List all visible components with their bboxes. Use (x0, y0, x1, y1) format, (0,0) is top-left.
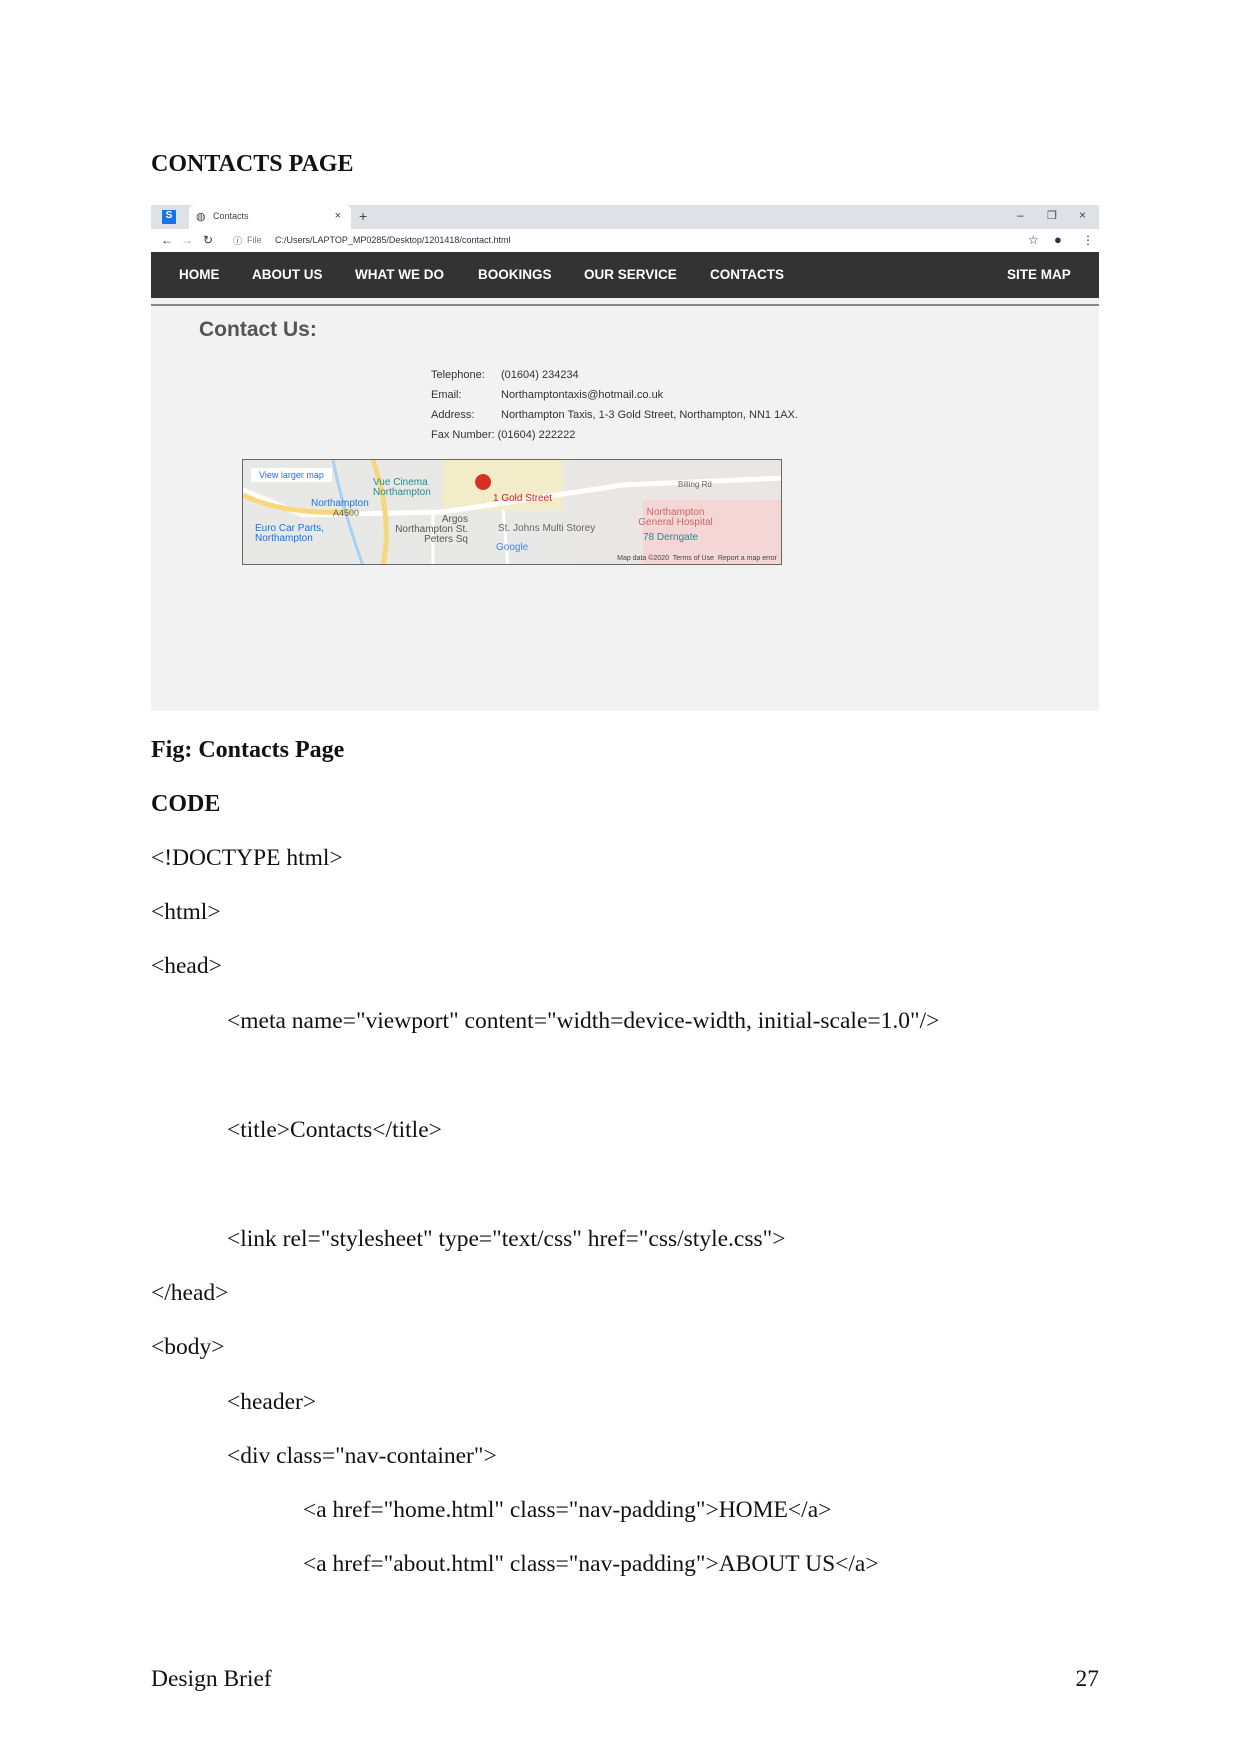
info-label: Fax Number: (431, 429, 495, 441)
info-label: Email: (431, 389, 462, 401)
map-place: Euro Car Parts, Northampton (255, 523, 324, 544)
map-place: Argos Northampton St. Peters Sq (395, 514, 468, 545)
info-label: Telephone: (431, 369, 485, 381)
nav-our-service: OUR SERVICE (584, 267, 677, 282)
contact-info: Telephone: (01604) 234234 Email: Northampt… (431, 369, 798, 449)
tab-title: Contacts (213, 211, 249, 221)
code-line: <title>Contacts</title> (227, 1117, 442, 1143)
address-prefix: File (247, 235, 262, 245)
footer-title: Design Brief (151, 1666, 272, 1692)
code-line: </head> (151, 1280, 229, 1306)
view-larger-map-link[interactable]: View larger map (251, 468, 332, 482)
back-icon: ← (161, 233, 173, 247)
divider (151, 304, 1099, 306)
nav-site-map: SITE MAP (1007, 267, 1071, 282)
code-title: CODE (151, 791, 221, 817)
figure-caption: Fig: Contacts Page (151, 737, 345, 763)
url-text: C:/Users/LAPTOP_MP0285/Desktop/1201418/c… (275, 235, 511, 245)
google-logo: Google (496, 542, 529, 553)
info-value: (01604) 222222 (497, 429, 576, 441)
info-value: (01604) 234234 (501, 369, 579, 381)
nav-contacts: CONTACTS (710, 267, 784, 282)
nav-about-us: ABOUT US (252, 267, 323, 282)
code-line: <div class="nav-container"> (227, 1443, 497, 1469)
close-tab-icon: × (334, 210, 341, 222)
forward-icon: → (181, 233, 193, 247)
map-place: St. Johns Multi Storey (498, 523, 596, 534)
code-line: <a href="about.html" class="nav-padding"… (303, 1551, 879, 1577)
info-value: Northamptontaxis@hotmail.co.uk (501, 389, 664, 401)
close-window-icon: × (1079, 208, 1087, 222)
contacts-page-screenshot: S ◍ Contacts × + – ❐ × ← → ↻ ⓘ File C:/U… (151, 205, 1099, 711)
contact-heading: Contact Us: (199, 318, 317, 341)
map-place: 78 Derngate (643, 532, 699, 543)
code-line: <!DOCTYPE html> (151, 845, 343, 871)
globe-icon: ◍ (196, 211, 206, 223)
map-footer: Map data ©2020 Terms of Use Report a map… (617, 555, 777, 562)
page-number: 27 (1075, 1666, 1100, 1692)
code-line: <head> (151, 953, 222, 979)
nav-bookings: BOOKINGS (478, 267, 552, 282)
browser-tab: ◍ Contacts × (189, 205, 351, 229)
code-line: <html> (151, 899, 221, 925)
code-line: <meta name="viewport" content="width=dev… (227, 1008, 940, 1034)
minimize-icon: – (1017, 208, 1024, 222)
map-road: Billing Rd (678, 480, 712, 489)
nav-what-we-do: WHAT WE DO (355, 267, 444, 282)
restore-icon: ❐ (1047, 210, 1057, 222)
nav-home: HOME (179, 267, 220, 282)
section-title: CONTACTS PAGE (151, 151, 354, 177)
map-pin-label: 1 Gold Street (493, 493, 552, 504)
map-place: Northampton General Hospital (638, 507, 713, 528)
account-icon: ● (1054, 232, 1062, 247)
code-line: <header> (227, 1389, 317, 1415)
nav-bar: HOME ABOUT US WHAT WE DO BOOKINGS OUR SE… (151, 252, 1099, 298)
address-bar: ← → ↻ ⓘ File C:/Users/LAPTOP_MP0285/Desk… (151, 229, 1099, 252)
star-icon: ☆ (1028, 233, 1039, 247)
code-line: <body> (151, 1334, 225, 1360)
embedded-map: View larger map 1 Gold Street Vue Cinema… (242, 459, 782, 565)
map-place: Vue Cinema Northampton (373, 477, 431, 498)
info-label: Address: (431, 409, 475, 421)
code-line: <a href="home.html" class="nav-padding">… (303, 1497, 832, 1523)
code-line: <link rel="stylesheet" type="text/css" h… (227, 1226, 786, 1252)
new-tab-icon: + (359, 208, 368, 224)
browser-tab-bar: S ◍ Contacts × + – ❐ × (151, 205, 1099, 229)
info-value: Northampton Taxis, 1-3 Gold Street, Nort… (501, 409, 798, 421)
info-icon: ⓘ (233, 236, 243, 246)
menu-icon: ⋮ (1082, 233, 1094, 247)
map-road: A4500 (333, 508, 360, 518)
app-icon: S (162, 210, 176, 224)
reload-icon: ↻ (203, 233, 214, 247)
